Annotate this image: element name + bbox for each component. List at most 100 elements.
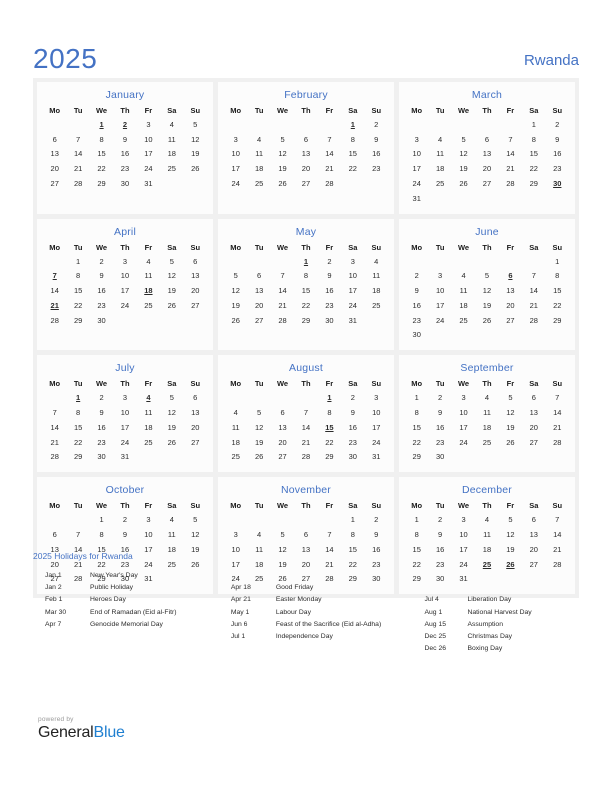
day-cell[interactable]: 20 <box>184 420 207 435</box>
day-cell[interactable]: 20 <box>294 161 317 176</box>
day-cell[interactable]: 25 <box>137 435 160 450</box>
day-cell[interactable]: 2 <box>90 254 113 269</box>
day-cell[interactable]: 16 <box>365 147 388 162</box>
day-cell[interactable]: 17 <box>113 283 136 298</box>
day-cell[interactable]: 3 <box>137 117 160 132</box>
day-cell[interactable]: 22 <box>318 435 341 450</box>
day-cell[interactable]: 14 <box>546 405 569 420</box>
day-cell[interactable]: 1 <box>405 512 428 527</box>
day-cell-holiday[interactable]: 18 <box>137 283 160 298</box>
day-cell[interactable]: 11 <box>224 420 247 435</box>
day-cell[interactable]: 1 <box>66 254 89 269</box>
day-cell[interactable]: 8 <box>318 405 341 420</box>
day-cell[interactable]: 2 <box>113 512 136 527</box>
day-cell[interactable]: 29 <box>318 450 341 465</box>
day-cell[interactable]: 28 <box>43 313 66 328</box>
day-cell[interactable]: 22 <box>522 161 545 176</box>
day-cell[interactable]: 20 <box>247 298 270 313</box>
day-cell[interactable]: 5 <box>160 254 183 269</box>
day-cell[interactable]: 4 <box>452 268 475 283</box>
day-cell[interactable]: 13 <box>522 527 545 542</box>
day-cell[interactable]: 2 <box>428 512 451 527</box>
day-cell[interactable]: 14 <box>271 283 294 298</box>
day-cell[interactable]: 30 <box>428 450 451 465</box>
day-cell[interactable]: 23 <box>341 435 364 450</box>
day-cell[interactable]: 28 <box>499 176 522 191</box>
day-cell[interactable]: 20 <box>475 161 498 176</box>
day-cell-holiday[interactable]: 1 <box>318 390 341 405</box>
day-cell[interactable]: 26 <box>475 313 498 328</box>
day-cell[interactable]: 19 <box>499 420 522 435</box>
day-cell[interactable]: 18 <box>224 435 247 450</box>
day-cell[interactable]: 4 <box>247 527 270 542</box>
day-cell[interactable]: 15 <box>546 283 569 298</box>
day-cell[interactable]: 14 <box>294 420 317 435</box>
day-cell[interactable]: 22 <box>405 435 428 450</box>
day-cell[interactable]: 21 <box>522 298 545 313</box>
day-cell[interactable]: 8 <box>341 527 364 542</box>
day-cell[interactable]: 13 <box>43 147 66 162</box>
day-cell[interactable]: 13 <box>294 147 317 162</box>
day-cell-holiday[interactable]: 1 <box>66 390 89 405</box>
day-cell[interactable]: 4 <box>365 254 388 269</box>
day-cell[interactable]: 27 <box>184 298 207 313</box>
day-cell[interactable]: 26 <box>452 176 475 191</box>
day-cell[interactable]: 29 <box>66 313 89 328</box>
day-cell[interactable]: 6 <box>522 512 545 527</box>
day-cell[interactable]: 10 <box>365 405 388 420</box>
day-cell[interactable]: 9 <box>90 405 113 420</box>
day-cell[interactable]: 28 <box>522 313 545 328</box>
day-cell[interactable]: 9 <box>318 268 341 283</box>
brand-logo[interactable]: GeneralBlue <box>38 724 125 742</box>
day-cell[interactable]: 12 <box>475 283 498 298</box>
day-cell[interactable]: 29 <box>90 176 113 191</box>
day-cell[interactable]: 25 <box>247 176 270 191</box>
day-cell[interactable]: 21 <box>66 161 89 176</box>
day-cell[interactable]: 4 <box>160 512 183 527</box>
day-cell[interactable]: 3 <box>452 390 475 405</box>
day-cell[interactable]: 4 <box>160 117 183 132</box>
day-cell[interactable]: 16 <box>546 147 569 162</box>
day-cell[interactable]: 8 <box>405 405 428 420</box>
day-cell[interactable]: 16 <box>90 283 113 298</box>
day-cell[interactable]: 6 <box>475 132 498 147</box>
day-cell[interactable]: 28 <box>66 176 89 191</box>
day-cell[interactable]: 24 <box>113 435 136 450</box>
day-cell[interactable]: 29 <box>405 450 428 465</box>
day-cell[interactable]: 6 <box>184 254 207 269</box>
day-cell[interactable]: 31 <box>341 313 364 328</box>
day-cell[interactable]: 27 <box>475 176 498 191</box>
day-cell[interactable]: 10 <box>113 268 136 283</box>
day-cell[interactable]: 18 <box>247 161 270 176</box>
day-cell[interactable]: 16 <box>318 283 341 298</box>
day-cell[interactable]: 24 <box>365 435 388 450</box>
day-cell[interactable]: 1 <box>90 512 113 527</box>
day-cell[interactable]: 15 <box>66 283 89 298</box>
day-cell[interactable]: 9 <box>405 283 428 298</box>
day-cell[interactable]: 9 <box>365 527 388 542</box>
day-cell[interactable]: 4 <box>137 254 160 269</box>
day-cell[interactable]: 4 <box>475 390 498 405</box>
day-cell[interactable]: 17 <box>137 147 160 162</box>
day-cell[interactable]: 12 <box>184 527 207 542</box>
day-cell[interactable]: 27 <box>247 313 270 328</box>
day-cell[interactable]: 26 <box>224 313 247 328</box>
day-cell[interactable]: 22 <box>294 298 317 313</box>
day-cell[interactable]: 11 <box>365 268 388 283</box>
day-cell[interactable]: 5 <box>271 527 294 542</box>
day-cell[interactable]: 2 <box>341 390 364 405</box>
day-cell[interactable]: 8 <box>90 527 113 542</box>
day-cell[interactable]: 8 <box>341 132 364 147</box>
day-cell[interactable]: 18 <box>160 147 183 162</box>
day-cell[interactable]: 11 <box>247 147 270 162</box>
day-cell[interactable]: 18 <box>137 420 160 435</box>
day-cell[interactable]: 6 <box>271 405 294 420</box>
day-cell[interactable]: 16 <box>113 147 136 162</box>
day-cell[interactable]: 2 <box>365 512 388 527</box>
day-cell[interactable]: 22 <box>66 298 89 313</box>
day-cell[interactable]: 24 <box>341 298 364 313</box>
day-cell[interactable]: 10 <box>137 527 160 542</box>
day-cell[interactable]: 31 <box>113 450 136 465</box>
day-cell[interactable]: 14 <box>499 147 522 162</box>
day-cell[interactable]: 7 <box>66 132 89 147</box>
